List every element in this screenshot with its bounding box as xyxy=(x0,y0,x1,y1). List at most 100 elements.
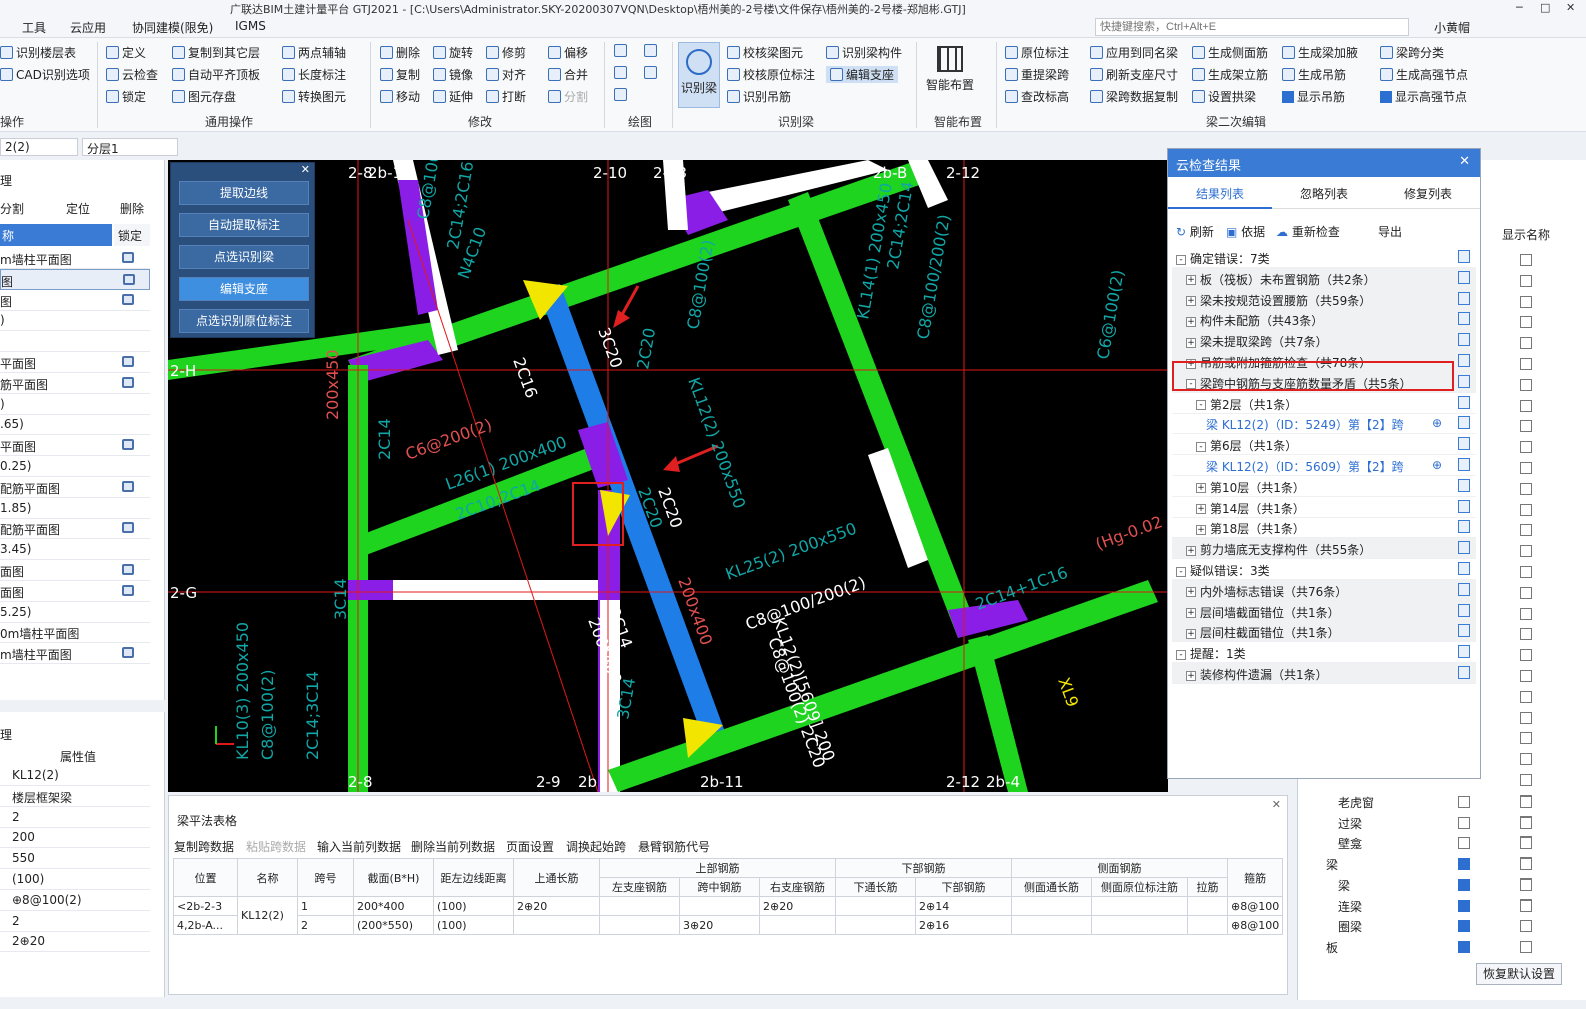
gen-hanger-button[interactable]: 生成吊筋 xyxy=(1282,66,1346,83)
show-name-checkbox[interactable] xyxy=(1520,524,1532,537)
show-name-checkbox[interactable] xyxy=(1520,941,1532,953)
split-tool[interactable]: 分割 xyxy=(0,200,24,217)
drawing-list-item[interactable]: 1.85) xyxy=(0,498,150,519)
show-name-checkbox[interactable] xyxy=(1520,482,1532,495)
draw-arc-button[interactable] xyxy=(614,88,627,101)
table-cell[interactable] xyxy=(1187,915,1228,935)
result-tree-row[interactable]: + 第14层（共1条） xyxy=(1172,497,1476,518)
extend-button[interactable]: 延伸 xyxy=(433,88,473,105)
property-value[interactable]: 200 xyxy=(0,828,150,849)
recheck-button[interactable]: ☁ 重新检查 xyxy=(1276,223,1340,240)
auto-extract-label-button[interactable]: 自动提取标注 xyxy=(179,213,309,237)
locate-icon[interactable]: ⊕ xyxy=(1432,458,1442,472)
table-cell[interactable]: 4,2b-A... xyxy=(173,915,238,935)
copy-to-floor-button[interactable]: 复制到其它层 xyxy=(172,44,260,61)
drawing-list-item[interactable]: ) xyxy=(0,394,150,415)
menu-igms[interactable]: IGMS xyxy=(235,19,266,33)
detail-icon[interactable] xyxy=(1458,541,1470,555)
mirror-button[interactable]: 镜像 xyxy=(433,66,473,83)
property-value[interactable]: 2 xyxy=(0,912,150,932)
draw-circle-button[interactable] xyxy=(644,44,657,57)
copy-span-button[interactable]: 复制跨数据 xyxy=(174,838,234,855)
show-name-checkbox[interactable] xyxy=(1520,628,1532,641)
detail-icon[interactable] xyxy=(1458,666,1470,679)
check-beam-element-button[interactable]: 校核梁图元 xyxy=(727,44,803,61)
show-name-checkbox[interactable] xyxy=(1520,462,1532,474)
table-cell[interactable]: 2 xyxy=(297,915,354,935)
edit-support-panel-button[interactable]: 编辑支座 xyxy=(179,277,309,301)
table-cell[interactable] xyxy=(835,896,916,916)
point-recognize-beam-button[interactable]: 点选识别梁 xyxy=(179,245,309,269)
table-row[interactable]: 4,2b-A... 2 (200*550) (100) 3⊕20 2⊕16 ⊕8@100 xyxy=(173,915,1284,935)
detail-icon[interactable] xyxy=(1458,250,1470,263)
lock-icon[interactable] xyxy=(122,293,134,305)
detail-icon[interactable] xyxy=(1458,312,1470,326)
detail-icon[interactable] xyxy=(1458,520,1470,534)
smart-layout-button[interactable]: 智能布置 xyxy=(922,42,978,108)
draw-point-button[interactable] xyxy=(614,44,627,57)
edit-support-button[interactable]: 编辑支座 xyxy=(826,66,899,83)
property-value[interactable]: KL12(2) xyxy=(0,766,150,786)
result-tree-row[interactable]: - 提醒：1类 xyxy=(1172,642,1476,664)
drawing-list-item[interactable]: m墙柱平面图 xyxy=(0,643,150,665)
show-hanger-checkbox[interactable]: 显示吊筋 xyxy=(1282,88,1345,105)
table-cell[interactable]: KL12(2) xyxy=(237,896,298,935)
recognize-hanger-button[interactable]: 识别吊筋 xyxy=(727,88,791,105)
table-cell[interactable]: <2b-2-3 xyxy=(173,896,238,916)
table-cell[interactable] xyxy=(1011,915,1092,935)
collapse-icon[interactable]: - xyxy=(1176,566,1186,577)
lock-icon[interactable] xyxy=(122,356,134,367)
cantilever-code-button[interactable]: 悬臂钢筋代号 xyxy=(638,838,710,855)
apply-same-name-button[interactable]: 应用到同名梁 xyxy=(1090,44,1178,61)
recognize-beam-component-button[interactable]: 识别梁构件 xyxy=(826,44,902,61)
swap-start-span-button[interactable]: 调换起始跨 xyxy=(566,838,626,855)
table-cell[interactable]: (200*550) xyxy=(353,915,434,935)
show-name-checkbox[interactable] xyxy=(1520,274,1532,287)
detail-icon[interactable] xyxy=(1458,395,1470,409)
recognize-floor-table-button[interactable]: 识别楼层表 xyxy=(0,44,76,61)
result-tree-row[interactable]: + 第18层（共1条） xyxy=(1172,517,1476,539)
user-name[interactable]: 小黄帽 xyxy=(1434,19,1470,36)
split-button[interactable]: 分割 xyxy=(548,88,588,105)
cad-options-button[interactable]: CAD识别选项 xyxy=(0,66,90,83)
drawing-list-item[interactable]: 面图 xyxy=(0,581,150,602)
beam[interactable] xyxy=(788,192,978,638)
menu-collab[interactable]: 协同建模(限免) xyxy=(132,19,213,36)
input-column-button[interactable]: 输入当前列数据 xyxy=(317,838,401,855)
detail-icon[interactable] xyxy=(1458,416,1470,430)
menu-tools[interactable]: 工具 xyxy=(22,19,46,36)
display-checkbox[interactable] xyxy=(1458,837,1470,849)
recognize-beam-button[interactable]: 识别梁 xyxy=(678,42,720,108)
result-tree-row[interactable]: 梁 KL12(2)（ID：5249）第【2】跨 ⊕ xyxy=(1172,413,1476,435)
show-name-checkbox[interactable] xyxy=(1520,690,1532,703)
property-value[interactable]: 2 xyxy=(0,808,150,828)
result-tree-row[interactable]: - 第6层（共1条） xyxy=(1172,434,1476,456)
tab-results[interactable]: 结果列表 xyxy=(1168,179,1272,209)
save-element-button[interactable]: 图元存盘 xyxy=(172,88,236,105)
beam[interactable] xyxy=(538,284,728,746)
show-name-checkbox[interactable] xyxy=(1520,900,1532,912)
expand-icon[interactable]: + xyxy=(1186,337,1196,348)
point-recognize-annotation-button[interactable]: 点选识别原位标注 xyxy=(179,309,309,333)
floor-select[interactable]: 2(2) xyxy=(0,138,78,156)
table-cell[interactable] xyxy=(599,915,680,935)
display-checkbox[interactable] xyxy=(1458,858,1470,870)
show-name-checkbox[interactable] xyxy=(1520,254,1532,266)
show-name-checkbox[interactable] xyxy=(1520,817,1532,829)
cloud-check-button[interactable]: 云检查 xyxy=(106,66,158,83)
expand-icon[interactable]: + xyxy=(1196,524,1206,535)
detail-icon[interactable] xyxy=(1458,333,1470,347)
rotate-button[interactable]: 旋转 xyxy=(433,44,473,61)
result-tree-row[interactable]: + 内外墙标志错误（共76条） xyxy=(1172,579,1476,601)
merge-button[interactable]: 合并 xyxy=(548,66,588,83)
detail-icon[interactable] xyxy=(1458,291,1470,305)
show-name-checkbox[interactable] xyxy=(1520,399,1532,412)
drawing-list-item[interactable]: 5.25) xyxy=(0,602,150,623)
show-name-checkbox[interactable] xyxy=(1520,796,1532,808)
display-checkbox[interactable] xyxy=(1458,941,1470,953)
length-dimension-button[interactable]: 长度标注 xyxy=(282,66,346,83)
two-point-axis-button[interactable]: 两点辅轴 xyxy=(282,44,346,61)
delete-column-button[interactable]: 删除当前列数据 xyxy=(411,838,495,855)
expand-icon[interactable]: + xyxy=(1186,275,1196,286)
drawing-list-item[interactable]: ) xyxy=(0,310,150,332)
